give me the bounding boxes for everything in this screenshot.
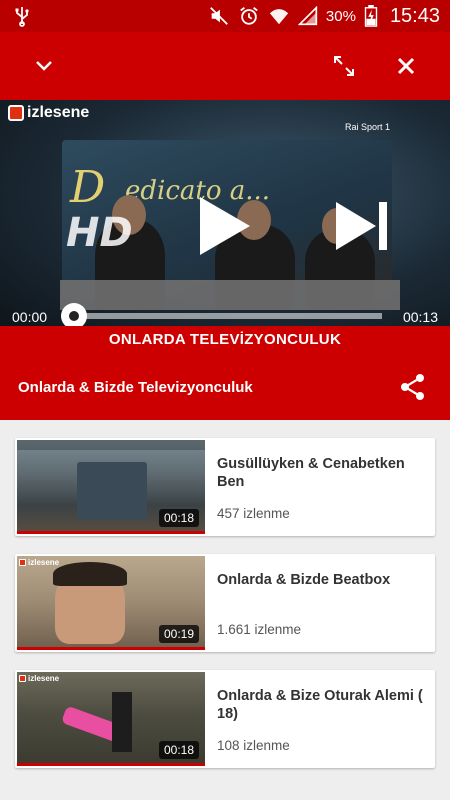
current-time: 00:00: [12, 309, 48, 325]
izlesene-logo: izlesene: [8, 104, 89, 122]
wifi-icon: [269, 9, 289, 25]
alarm-icon: [240, 7, 258, 25]
hd-badge: HD: [66, 210, 133, 256]
izlesene-logo: izlesene: [19, 558, 59, 567]
thumb-accent-line: [17, 531, 205, 534]
signal-icon: [297, 6, 318, 26]
izlesene-logo: izlesene: [19, 674, 59, 683]
watermark-text: izlesene: [27, 104, 90, 121]
clock: 15:43: [389, 4, 440, 27]
usb-icon: [15, 7, 29, 27]
video-thumbnail: izlesene 00:18: [17, 672, 205, 766]
video-title: Onlarda & Bizde Televizyonculuk: [18, 379, 253, 396]
thumb-hair: [53, 562, 127, 586]
izlesene-mark-icon: [19, 675, 26, 682]
thumb-accent-line: [17, 763, 205, 766]
thumb-truck: [77, 462, 147, 520]
seek-bar[interactable]: [74, 313, 382, 319]
card-title: Onlarda & Bize Oturak Alemi ( 18): [217, 688, 423, 722]
izlesene-mark-icon: [8, 105, 24, 121]
card-views: 1.661 izlenme: [217, 622, 302, 637]
thumb-accent-line: [17, 647, 205, 650]
thumb-figure: [112, 692, 132, 752]
video-caption: ONLARDA TELEVİZYONCULUK: [0, 326, 450, 354]
minimize-button[interactable]: [28, 50, 60, 82]
video-thumbnail: izlesene 00:19: [17, 556, 205, 650]
expand-icon: [334, 56, 354, 76]
related-video-card[interactable]: 00:18 Gusüllüyken & Cenabetken Ben 457 i…: [15, 438, 435, 536]
close-button[interactable]: [390, 50, 422, 82]
izlesene-mark-icon: [19, 559, 26, 566]
player-toolbar: [0, 32, 450, 100]
video-duration: 00:19: [158, 625, 199, 643]
close-icon: [397, 57, 415, 75]
video-desk: [60, 280, 400, 310]
chevron-down-icon: [36, 61, 52, 71]
video-duration: 00:18: [158, 741, 199, 759]
mute-icon: [210, 7, 228, 25]
video-thumbnail: 00:18: [17, 440, 205, 534]
share-icon[interactable]: [398, 372, 428, 402]
card-views: 457 izlenme: [217, 506, 290, 521]
video-scene-text: D: [70, 162, 105, 213]
thumb-overlay: [17, 440, 205, 450]
related-video-card[interactable]: izlesene 00:18 Onlarda & Bize Oturak Ale…: [15, 670, 435, 768]
related-video-card[interactable]: izlesene 00:19 Onlarda & Bizde Beatbox 1…: [15, 554, 435, 652]
watermark-text: izlesene: [28, 674, 60, 683]
card-title: Onlarda & Bizde Beatbox: [217, 572, 391, 588]
card-title: Gusüllüyken & Cenabetken Ben: [217, 456, 405, 490]
skip-next-icon[interactable]: [336, 200, 392, 252]
battery-charging-icon: [364, 5, 378, 27]
watermark-text: izlesene: [28, 558, 60, 567]
video-duration: 00:18: [158, 509, 199, 527]
status-bar: 30% 15:43: [0, 0, 450, 32]
card-views: 108 izlenme: [217, 738, 290, 753]
channel-bug: Rai Sport 1: [345, 122, 391, 132]
duration: 00:13: [402, 309, 438, 325]
video-player[interactable]: D edicato a... izlesene Rai Sport 1 HD 0…: [0, 100, 450, 330]
play-icon[interactable]: [196, 195, 252, 257]
battery-percent: 30%: [325, 7, 356, 25]
now-playing-bar: Onlarda & Bizde Televizyonculuk: [0, 354, 450, 420]
fullscreen-button[interactable]: [328, 50, 360, 82]
